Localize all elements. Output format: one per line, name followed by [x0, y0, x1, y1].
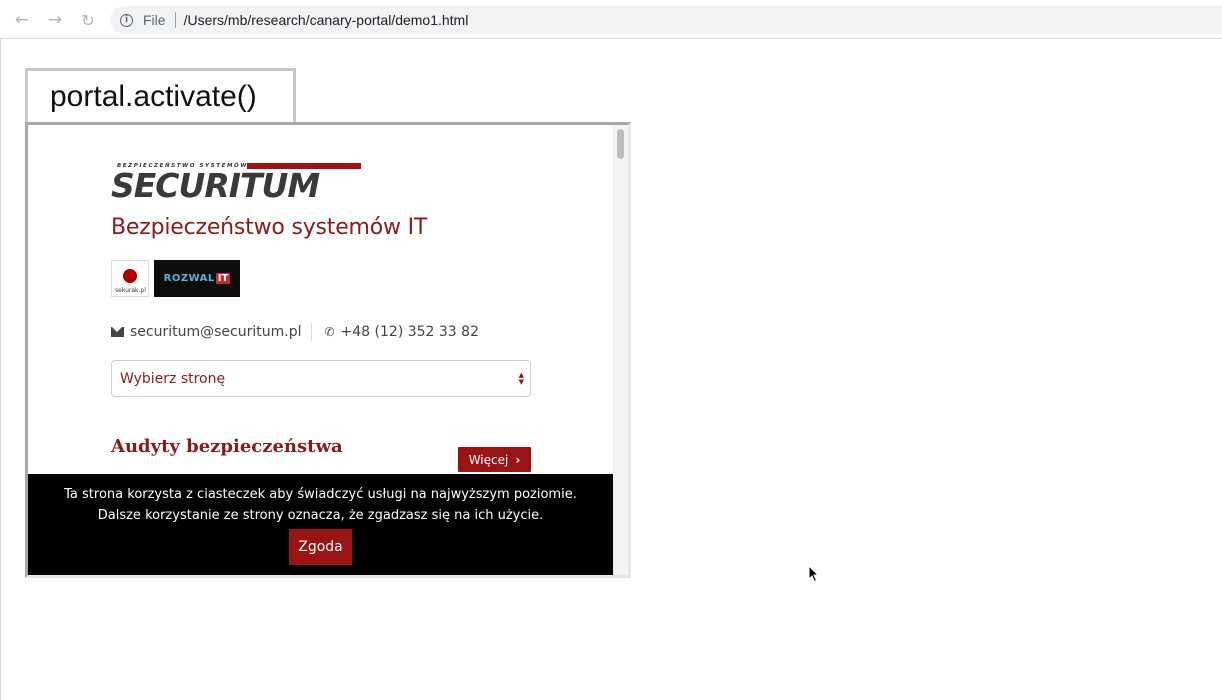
page-select-value: Wybierz stronę: [120, 370, 226, 387]
securitum-logo[interactable]: BEZPIECZEŃSTWO SYSTEMÓW IT SECURITUM: [111, 161, 363, 199]
cookie-accept-button[interactable]: Zgoda: [289, 529, 352, 565]
rozwal-badge[interactable]: ROZWAL IT: [154, 260, 240, 297]
url-scheme: File: [143, 12, 166, 28]
more-button[interactable]: Więcej ›: [458, 447, 531, 472]
scrollbar-thumb[interactable]: [617, 129, 624, 159]
tagline: Bezpieczeństwo systemów IT: [111, 215, 428, 240]
page-edge: [0, 39, 1, 700]
info-icon[interactable]: i: [120, 13, 133, 27]
phone-icon: ✆: [324, 325, 335, 339]
more-button-label: Więcej: [468, 452, 509, 467]
arrow-left-icon[interactable]: ←: [12, 10, 32, 30]
chevron-right-icon: ›: [515, 452, 521, 467]
section-title: Audyty bezpieczeństwa: [111, 436, 343, 457]
rozwal-badge-num: IT: [215, 273, 231, 284]
reload-icon[interactable]: ↻: [78, 10, 98, 30]
arrow-right-icon[interactable]: →: [45, 10, 65, 30]
sekurak-badge-text: sekurak.pl: [115, 287, 146, 294]
url-divider: [174, 12, 176, 28]
rozwal-badge-text: ROZWAL: [163, 273, 215, 284]
sekurak-logo-icon: [123, 269, 137, 283]
cookie-text: Ta strona korzysta z ciasteczek aby świa…: [64, 487, 577, 523]
select-arrows-icon: ▲ ▼: [518, 371, 524, 386]
contact-email[interactable]: securitum@securitum.pl: [130, 324, 301, 340]
contact-bar: securitum@securitum.pl ✆ +48 (12) 352 33…: [111, 323, 479, 341]
sekurak-badge[interactable]: sekurak.pl: [111, 260, 149, 297]
portal-frame: BEZPIECZEŃSTWO SYSTEMÓW IT SECURITUM Bez…: [25, 122, 631, 578]
contact-phone[interactable]: +48 (12) 352 33 82: [341, 324, 479, 340]
address-bar[interactable]: i File /Users/mb/research/canary-portal/…: [110, 6, 1222, 34]
envelope-icon: [111, 327, 124, 337]
activate-label: portal.activate(): [25, 68, 296, 122]
scrollbar[interactable]: [613, 125, 628, 575]
contact-divider: [311, 323, 313, 341]
page-select[interactable]: Wybierz stronę ▲ ▼: [111, 360, 531, 397]
logo-text: SECURITUM: [111, 166, 320, 199]
cookie-banner: Ta strona korzysta z ciasteczek aby świa…: [28, 474, 613, 575]
url-text[interactable]: /Users/mb/research/canary-portal/demo1.h…: [184, 12, 469, 28]
mouse-cursor-icon: [808, 565, 820, 583]
browser-toolbar: ← → ↻ i File /Users/mb/research/canary-p…: [0, 0, 1222, 39]
